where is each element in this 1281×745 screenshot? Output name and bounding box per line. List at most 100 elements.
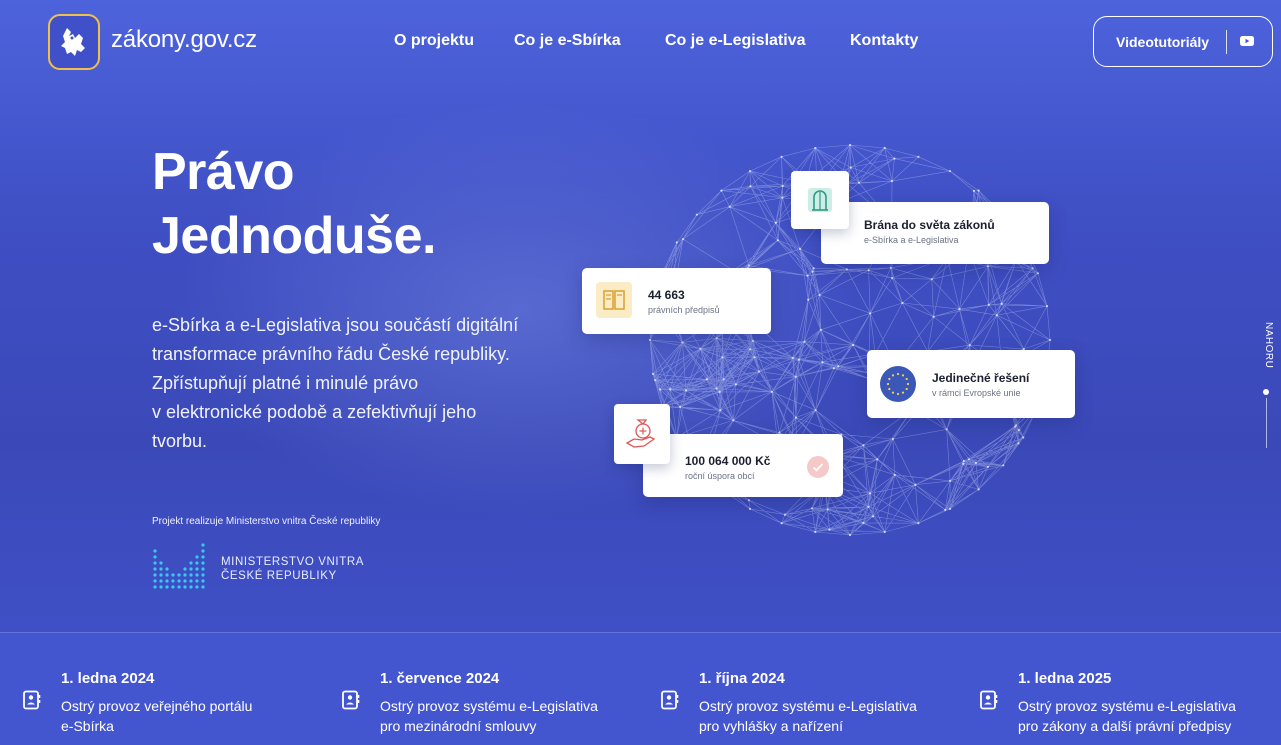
logo-dot — [159, 561, 163, 565]
globe-node — [893, 473, 896, 476]
globe-node — [719, 409, 722, 412]
eu-star — [906, 382, 910, 386]
ministry-name[interactable]: MINISTERSTVO VNITRA ČESKÉ REPUBLIKY — [221, 555, 364, 583]
globe-node — [747, 264, 750, 267]
nav-o-projektu[interactable]: O projektu — [394, 32, 474, 50]
scroll-to-top[interactable]: NAHORU — [1256, 322, 1276, 452]
card-gateway: Brána do světa zákonů e-Sbírka a e-Legis… — [821, 202, 1049, 264]
globe-node — [814, 146, 817, 150]
logo-dot — [201, 579, 205, 583]
globe-node — [883, 146, 886, 150]
globe-node — [932, 315, 935, 318]
milestone-description-line: pro mezinárodní smlouvy — [380, 718, 537, 734]
logo-dot — [153, 567, 157, 571]
logo-dot — [159, 573, 163, 577]
globe-node — [748, 170, 752, 173]
globe-node — [718, 390, 721, 393]
money-bag-hand-icon — [625, 419, 656, 448]
globe-node — [720, 189, 723, 192]
headline-line-2: Jednoduše. — [152, 207, 436, 265]
globe-node — [945, 428, 948, 431]
milestone-description-line: Ostrý provoz veřejného portálu — [61, 698, 253, 714]
nav-co-je-e-legislativa[interactable]: Co je e-Legislativa — [665, 32, 806, 50]
globe-node — [732, 419, 735, 422]
globe-node — [722, 378, 725, 381]
door-icon — [808, 188, 832, 212]
globe-node — [972, 189, 975, 192]
milestone-date: 1. ledna 2025 — [1018, 670, 1112, 687]
globe-node — [977, 488, 980, 491]
globe-node — [684, 389, 688, 392]
globe-node — [780, 155, 783, 158]
logo-dot — [201, 561, 205, 565]
logo-dot — [153, 561, 157, 565]
eu-star — [886, 382, 890, 386]
globe-node — [776, 239, 779, 242]
globe-node — [810, 507, 814, 510]
eu-star — [891, 374, 895, 377]
book-icon — [596, 282, 632, 318]
youtube-icon — [1240, 36, 1254, 46]
eu-flag-icon — [880, 366, 916, 402]
globe-node — [803, 340, 806, 343]
logo-dot — [201, 549, 205, 553]
card-unique-solution-icon-wrap — [879, 365, 917, 408]
globe-node — [845, 268, 848, 271]
globe-node — [1048, 338, 1052, 342]
globe-node — [781, 184, 784, 188]
globe-node — [749, 348, 752, 351]
logo-dot — [195, 579, 199, 583]
globe-node — [728, 205, 731, 208]
logo-dot — [201, 543, 205, 547]
globe-node — [967, 458, 971, 461]
logo-dot — [189, 567, 193, 571]
globe-node — [890, 180, 894, 183]
globe-node — [868, 492, 872, 495]
card-regulations-title: 44 663 — [648, 288, 685, 302]
lead-line: tvorbu. — [152, 431, 208, 451]
globe-node — [818, 293, 821, 296]
nav-co-je-e-sbirka[interactable]: Co je e-Sbírka — [514, 32, 621, 50]
globe-node — [758, 370, 761, 373]
globe-node — [862, 444, 865, 447]
logo-dot — [189, 585, 193, 589]
lead-line: Zpřístupňují platné i minulé právo — [152, 373, 419, 393]
headline-line-1: Právo — [152, 143, 295, 201]
globe-node — [1036, 272, 1039, 275]
logo-dot — [195, 567, 199, 571]
card-savings-icon-box — [614, 404, 670, 464]
video-tutorials-label: Videotutoriály — [1116, 33, 1210, 50]
milestone-description: Ostrý provoz systému e-Legislativa pro z… — [1018, 696, 1236, 736]
globe-node — [977, 189, 980, 192]
nav-kontakty[interactable]: Kontakty — [850, 32, 918, 50]
milestone-date: 1. července 2024 — [380, 670, 500, 687]
ministry-of-interior-logo-icon[interactable] — [152, 542, 210, 590]
globe-node — [806, 274, 809, 277]
globe-node — [995, 314, 998, 317]
globe-node — [651, 372, 655, 375]
globe-node — [669, 388, 672, 391]
card-gateway-icon-box — [791, 171, 849, 229]
milestone-description-line: pro vyhlášky a nařízení — [699, 718, 843, 734]
globe-node — [1022, 436, 1025, 439]
globe-node — [681, 341, 684, 344]
globe-node — [781, 196, 784, 199]
globe-node — [715, 337, 718, 340]
lion-emblem-icon — [61, 28, 85, 56]
site-name[interactable]: zákony.gov.cz — [111, 26, 257, 54]
globe-node — [958, 308, 961, 311]
globe-node — [849, 166, 852, 169]
globe-node — [715, 387, 718, 390]
document-icon — [23, 690, 41, 710]
state-emblem-logo[interactable] — [48, 14, 100, 70]
ministry-name-line-2: ČESKÉ REPUBLIKY — [221, 570, 337, 582]
milestone-description-line: Ostrý provoz systému e-Legislativa — [1018, 698, 1236, 714]
globe-node — [948, 507, 952, 510]
logo-dot — [177, 585, 181, 589]
globe-node — [867, 269, 870, 272]
logo-dot — [183, 579, 187, 583]
card-unique-solution-title: Jedinečné řešení — [932, 371, 1030, 385]
video-tutorials-button[interactable]: Videotutoriály — [1093, 16, 1273, 67]
globe-node — [794, 375, 797, 378]
milestone-description: Ostrý provoz systému e-Legislativa pro v… — [699, 696, 917, 736]
